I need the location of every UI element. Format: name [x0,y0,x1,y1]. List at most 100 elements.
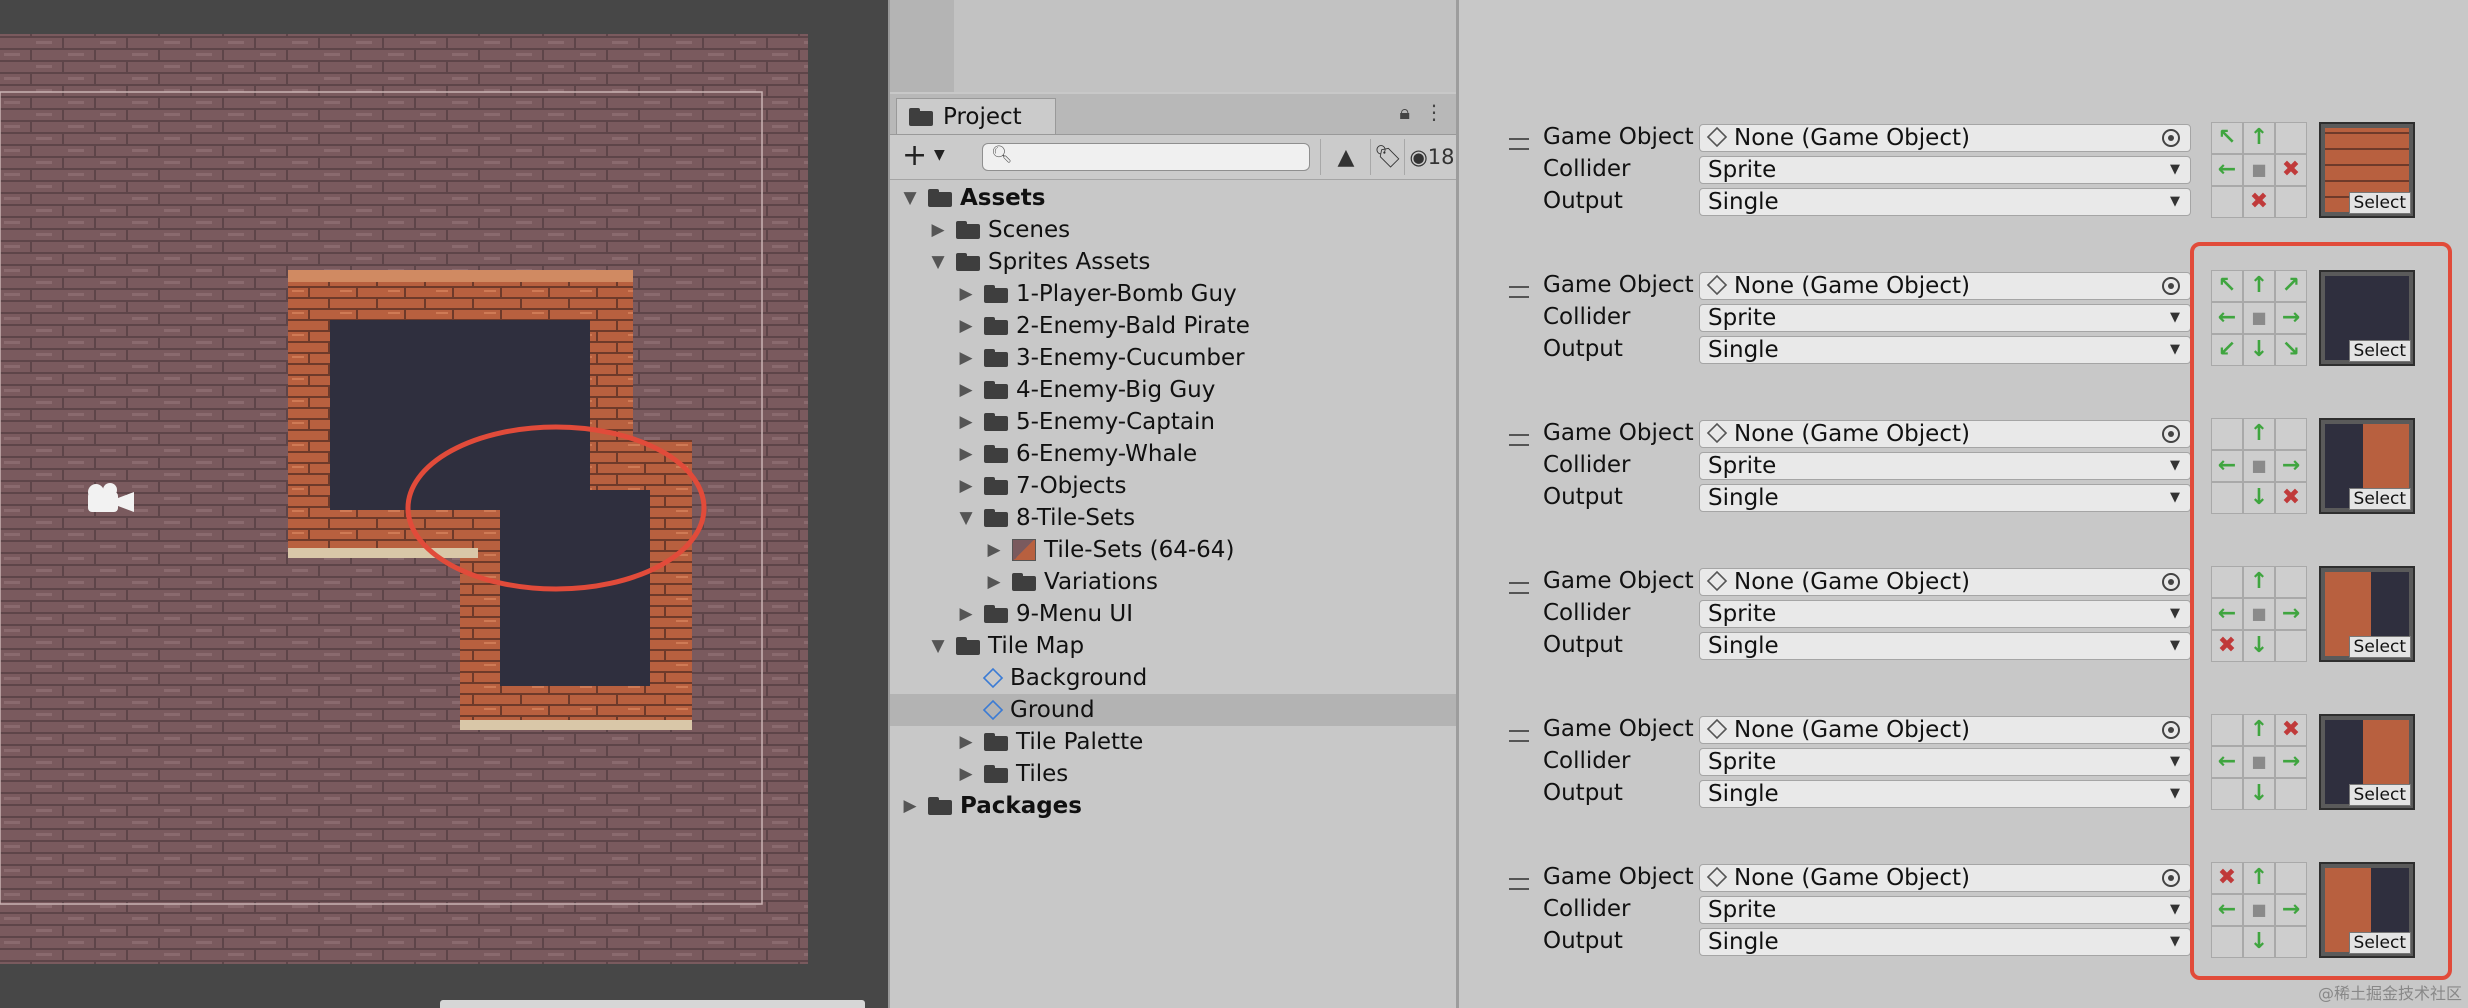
collapsed-arrow-icon[interactable]: ▶ [956,604,976,624]
collider-dropdown[interactable]: Sprite ▼ [1699,896,2191,924]
output-dropdown[interactable]: Single ▼ [1699,632,2191,660]
object-picker-icon[interactable] [2162,277,2180,295]
collider-dropdown[interactable]: Sprite ▼ [1699,748,2191,776]
collider-dropdown[interactable]: Sprite ▼ [1699,156,2191,184]
select-button[interactable]: Select [2348,192,2411,214]
drag-handle-icon[interactable] [1509,434,1529,446]
collapsed-arrow-icon[interactable]: ▶ [956,412,976,432]
tree-item[interactable]: ▶ 5-Enemy-Captain [890,406,1458,438]
shapes-icon: ▲ [1337,144,1355,170]
scene-scrollbar[interactable] [440,1000,865,1008]
tree-item[interactable]: ▶ 9-Menu UI [890,598,1458,630]
tree-item[interactable]: ▶ Tile-Sets (64-64) [890,534,1458,566]
collapsed-arrow-icon[interactable]: ▶ [928,220,948,240]
game-object-field[interactable]: None (Game Object) [1699,124,2191,152]
collapsed-arrow-icon[interactable]: ▶ [956,444,976,464]
game-object-field[interactable]: None (Game Object) [1699,568,2191,596]
tree-item[interactable]: ▶ 1-Player-Bomb Guy [890,278,1458,310]
folder-icon [984,733,1008,751]
create-button[interactable]: + [902,139,927,173]
tree-item-label: Tile Palette [1016,729,1144,755]
arrow-up-left-icon[interactable]: ↖ [2211,122,2243,154]
collapsed-arrow-icon[interactable]: ▶ [956,380,976,400]
tree-item[interactable]: ▶ 2-Enemy-Bald Pirate [890,310,1458,342]
collapsed-arrow-icon[interactable]: ▶ [900,796,920,816]
chevron-down-icon[interactable]: ▼ [934,143,945,167]
game-object-field[interactable]: None (Game Object) [1699,420,2191,448]
tree-item[interactable]: ▼ 8-Tile-Sets [890,502,1458,534]
filter-by-type-button[interactable]: ▲ [1320,139,1371,175]
collider-dropdown[interactable]: Sprite ▼ [1699,600,2191,628]
collider-label: Collider [1543,896,1631,922]
collapsed-arrow-icon[interactable]: ▶ [956,732,976,752]
lock-icon[interactable]: 🔒︎ [1399,100,1410,124]
output-dropdown[interactable]: Single ▼ [1699,484,2191,512]
tree-item[interactable]: ▼ Tile Map [890,630,1458,662]
expanded-arrow-icon[interactable]: ▼ [928,252,948,272]
drag-handle-icon[interactable] [1509,286,1529,298]
collapsed-arrow-icon[interactable]: ▶ [984,572,1004,592]
collapsed-arrow-icon[interactable]: ▶ [984,540,1004,560]
tree-item[interactable]: Ground [890,694,1458,726]
tree-item[interactable]: ▶ 3-Enemy-Cucumber [890,342,1458,374]
collapsed-arrow-icon[interactable]: ▶ [956,284,976,304]
object-picker-icon[interactable] [2162,721,2180,739]
tree-item[interactable]: ▶ 7-Objects [890,470,1458,502]
collider-dropdown[interactable]: Sprite ▼ [1699,304,2191,332]
scene-view[interactable] [0,0,888,1008]
game-object-field[interactable]: None (Game Object) [1699,716,2191,744]
tree-item[interactable]: ▶ Variations [890,566,1458,598]
expanded-arrow-icon[interactable]: ▼ [928,636,948,656]
tree-item[interactable]: ▶ Tiles [890,758,1458,790]
tilemap-canvas[interactable] [0,0,888,1008]
hidden-packages-button[interactable]: ◉ 18 [1404,139,1459,175]
game-object-field[interactable]: None (Game Object) [1699,272,2191,300]
tree-item[interactable]: ▶ 4-Enemy-Big Guy [890,374,1458,406]
not-this-icon[interactable]: ✖ [2275,154,2307,186]
object-picker-icon[interactable] [2162,425,2180,443]
drag-handle-icon[interactable] [1509,878,1529,890]
tree-item[interactable]: Background [890,662,1458,694]
filter-by-label-button[interactable]: 🏷︎ [1370,139,1405,175]
collapsed-arrow-icon[interactable]: ▶ [956,316,976,336]
collapsed-arrow-icon[interactable]: ▶ [956,348,976,368]
tree-item[interactable]: ▶ Tile Palette [890,726,1458,758]
arrow-up-icon[interactable]: ↑ [2243,122,2275,154]
object-picker-icon[interactable] [2162,129,2180,147]
folder-icon [1012,573,1036,591]
tree-item[interactable]: ▶ Packages [890,790,1458,822]
sprite-preview[interactable]: Select [2319,122,2415,218]
object-picker-icon[interactable] [2162,573,2180,591]
gameobject-icon [1706,274,1728,296]
collapsed-arrow-icon[interactable]: ▶ [956,764,976,784]
sprite-icon [1012,539,1036,561]
more-menu-icon[interactable]: ⋮ [1424,100,1444,124]
drag-handle-icon[interactable] [1509,730,1529,742]
tree-item[interactable]: ▶ Scenes [890,214,1458,246]
not-this-icon[interactable]: ✖ [2243,186,2275,218]
arrow-left-icon[interactable]: ← [2211,154,2243,186]
tab-project[interactable]: Project [896,98,1056,134]
search-input[interactable]: 🔍︎ [982,143,1310,171]
tree-item[interactable]: ▼ Assets [890,182,1458,214]
collider-dropdown[interactable]: Sprite ▼ [1699,452,2191,480]
tree-item[interactable]: ▶ 6-Enemy-Whale [890,438,1458,470]
output-dropdown[interactable]: Single ▼ [1699,928,2191,956]
tree-item[interactable]: ▼ Sprites Assets [890,246,1458,278]
empty-neighbor-cell[interactable] [2211,186,2243,218]
tree-item-label: Assets [960,185,1046,211]
output-dropdown[interactable]: Single ▼ [1699,336,2191,364]
drag-handle-icon[interactable] [1509,582,1529,594]
output-dropdown[interactable]: Single ▼ [1699,780,2191,808]
empty-neighbor-cell[interactable] [2275,186,2307,218]
game-object-field[interactable]: None (Game Object) [1699,864,2191,892]
empty-neighbor-cell[interactable] [2275,122,2307,154]
tree-item-label: 9-Menu UI [1016,601,1134,627]
collapsed-arrow-icon[interactable]: ▶ [956,476,976,496]
expanded-arrow-icon[interactable]: ▼ [900,188,920,208]
collider-value: Sprite [1708,897,1777,923]
drag-handle-icon[interactable] [1509,138,1529,150]
expanded-arrow-icon[interactable]: ▼ [956,508,976,528]
output-dropdown[interactable]: Single ▼ [1699,188,2191,216]
object-picker-icon[interactable] [2162,869,2180,887]
